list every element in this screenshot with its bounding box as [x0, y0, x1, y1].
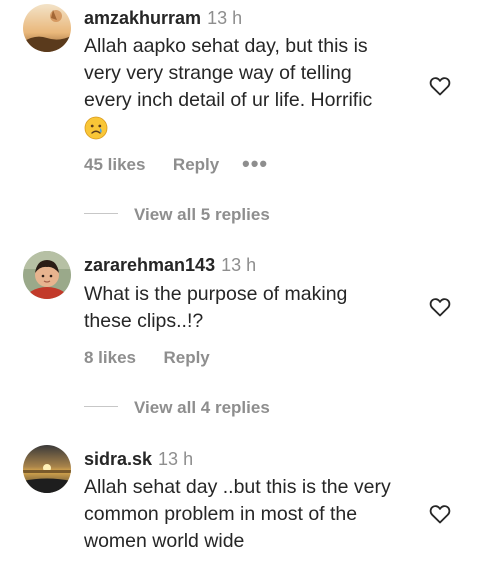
likes-count[interactable]: 8 likes	[84, 348, 136, 367]
heart-icon	[429, 505, 451, 524]
like-button[interactable]	[428, 74, 452, 103]
likes-count[interactable]: 45 likes	[84, 155, 145, 174]
comment-text: Allah sehat day ..but this is the very c…	[84, 474, 391, 555]
username[interactable]: sidra.sk	[84, 449, 152, 469]
comment-line: very very strange way of telling	[84, 62, 352, 84]
comment-header: amzakhurram 13 h	[84, 8, 242, 29]
avatar[interactable]	[23, 251, 71, 299]
comment-actions: 8 likes Reply	[84, 348, 210, 368]
comment-line: What is the purpose of making	[84, 283, 348, 305]
username[interactable]: amzakhurram	[84, 8, 201, 28]
comment-actions: 45 likes Reply	[84, 155, 219, 175]
timestamp: 13 h	[221, 255, 257, 275]
avatar[interactable]	[23, 4, 71, 52]
more-options-icon[interactable]: •••	[242, 153, 268, 175]
avatar[interactable]	[23, 445, 71, 493]
timestamp: 13 h	[207, 8, 243, 28]
timestamp: 13 h	[158, 449, 194, 469]
crying-face-emoji	[84, 114, 372, 141]
heart-icon	[429, 298, 451, 317]
like-button[interactable]	[428, 502, 452, 531]
view-replies-button[interactable]: View all 4 replies	[134, 398, 270, 418]
reply-button[interactable]: Reply	[173, 155, 219, 174]
comment-line: Allah sehat day ..but this is the very	[84, 476, 391, 498]
view-replies-button[interactable]: View all 5 replies	[134, 205, 270, 225]
comment-line: these clips..!?	[84, 310, 204, 332]
comment-header: zararehman143 13 h	[84, 255, 256, 276]
replies-divider	[84, 213, 118, 214]
comment-line: every inch detail of ur life. Horrific	[84, 89, 373, 111]
comment-line: Allah aapko sehat day, but this is	[84, 35, 368, 57]
comment-text: Allah aapko sehat day, but this is very …	[84, 33, 372, 141]
username[interactable]: zararehman143	[84, 255, 215, 275]
comment-text: What is the purpose of making these clip…	[84, 281, 347, 335]
like-button[interactable]	[428, 295, 452, 324]
reply-button[interactable]: Reply	[163, 348, 209, 367]
comment-line: women world wide	[84, 530, 245, 552]
comment-line: common problem in most of the	[84, 503, 358, 525]
heart-icon	[429, 77, 451, 96]
comment-header: sidra.sk 13 h	[84, 449, 193, 470]
replies-divider	[84, 406, 118, 407]
